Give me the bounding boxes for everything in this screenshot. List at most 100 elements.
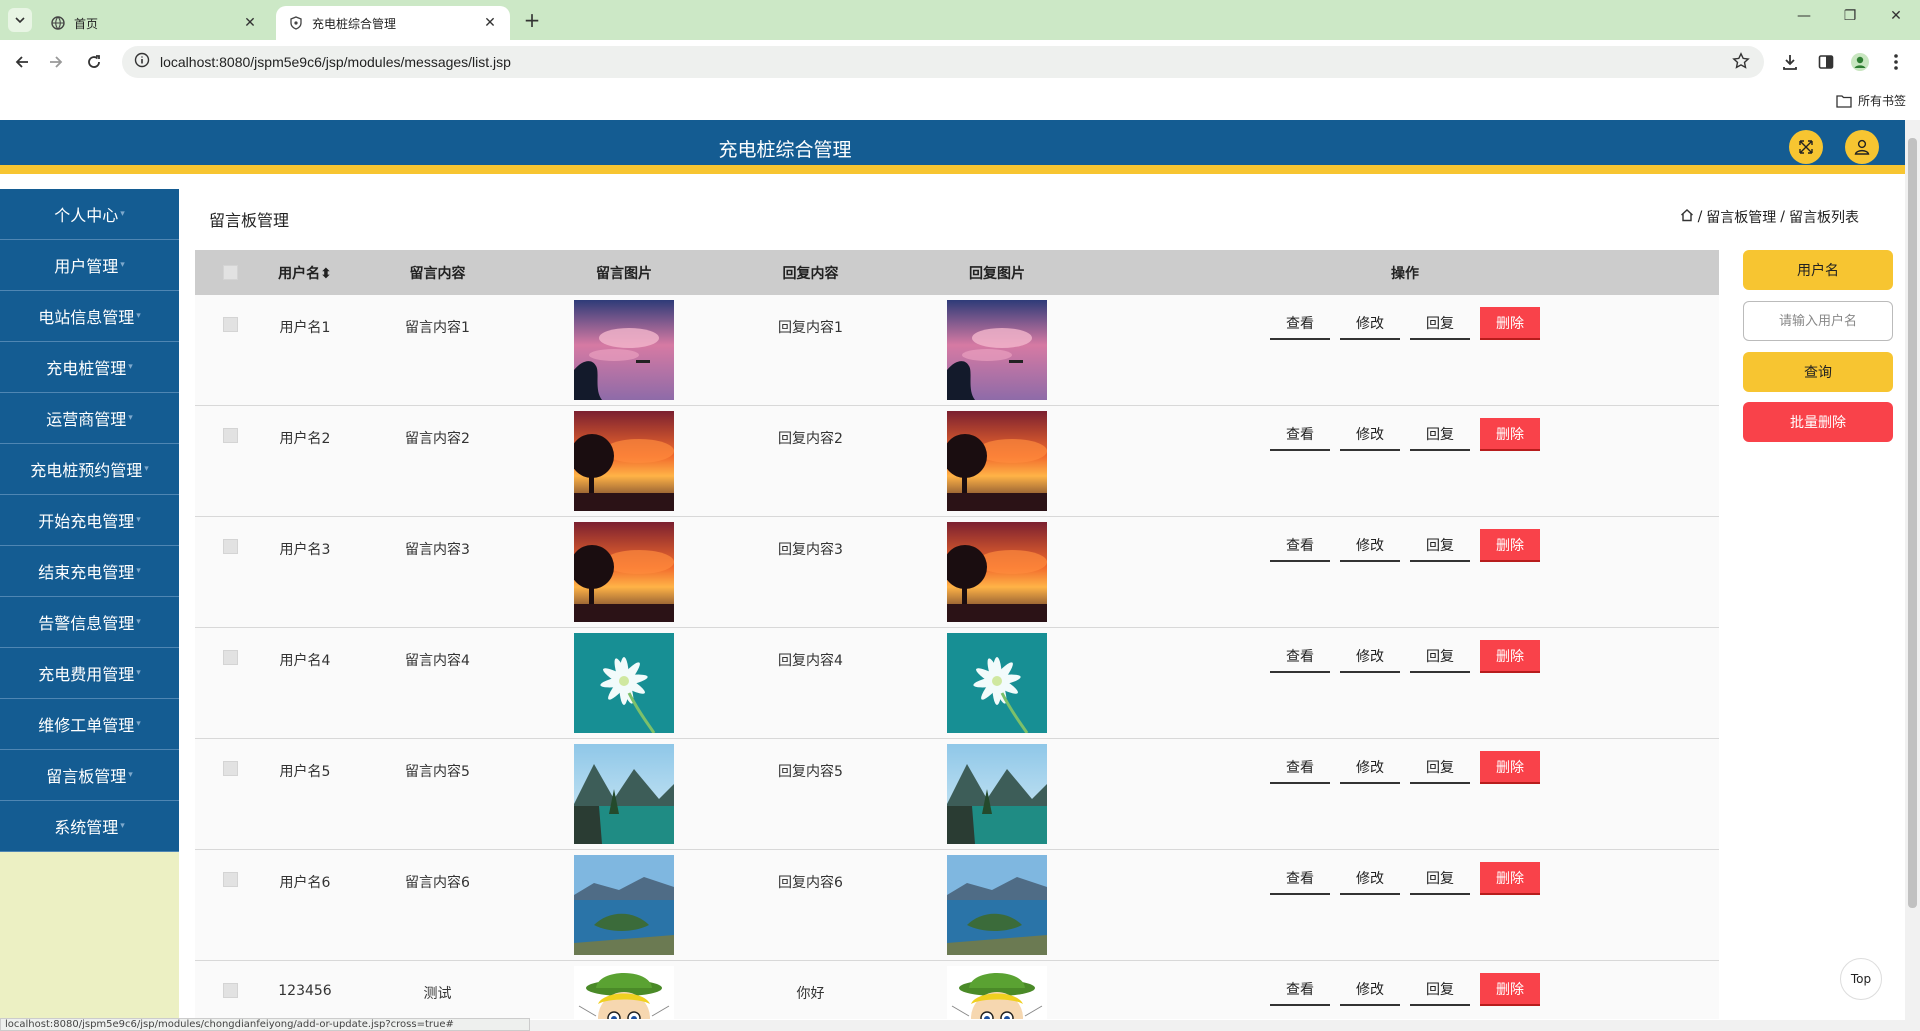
close-icon[interactable]: ✕ <box>482 15 498 31</box>
sidebar-item-label: 个人中心 <box>54 206 119 225</box>
row-checkbox[interactable] <box>222 650 238 665</box>
column-header-reply: 回复内容 <box>782 265 839 282</box>
reload-icon[interactable] <box>82 50 106 74</box>
cell-reply: 回复内容3 <box>778 542 843 558</box>
delete-button[interactable]: 删除 <box>1480 862 1540 895</box>
delete-button[interactable]: 删除 <box>1480 640 1540 673</box>
vertical-scrollbar[interactable] <box>1905 120 1920 1031</box>
reply-image <box>947 966 1047 1019</box>
view-button[interactable]: 查看 <box>1270 529 1330 562</box>
sidebar-item-operators[interactable]: 运营商管理 ▾ <box>0 393 179 444</box>
view-button[interactable]: 查看 <box>1270 640 1330 673</box>
tab-search-button[interactable] <box>8 8 32 32</box>
row-checkbox[interactable] <box>222 539 238 554</box>
view-button[interactable]: 查看 <box>1270 973 1330 1006</box>
row-checkbox[interactable] <box>222 761 238 776</box>
row-checkbox[interactable] <box>222 428 238 443</box>
site-info-icon[interactable] <box>134 52 150 72</box>
home-icon[interactable] <box>1680 208 1694 226</box>
all-bookmarks-button[interactable]: 所有书签 <box>1836 92 1906 109</box>
table-row: 用户名2 留言内容2 回复内容2 查看 修改 回复 删除 <box>195 406 1719 517</box>
sidebar-item-alarms[interactable]: 告警信息管理 ▾ <box>0 597 179 648</box>
restore-icon[interactable]: ❐ <box>1840 8 1860 24</box>
sidebar-item-fees[interactable]: 充电费用管理 ▾ <box>0 648 179 699</box>
download-icon[interactable] <box>1778 50 1802 74</box>
batch-delete-button[interactable]: 批量删除 <box>1743 402 1893 442</box>
fullscreen-button[interactable] <box>1789 130 1823 164</box>
close-icon[interactable]: ✕ <box>242 15 258 31</box>
sidebar-item-users[interactable]: 用户管理 ▾ <box>0 240 179 291</box>
profile-icon[interactable] <box>1848 50 1872 74</box>
back-arrow-icon[interactable] <box>10 50 34 74</box>
sidebar-item-stations[interactable]: 电站信息管理 ▾ <box>0 291 179 342</box>
bookmark-star-icon[interactable] <box>1732 52 1750 74</box>
reply-button[interactable]: 回复 <box>1410 751 1470 784</box>
reply-button[interactable]: 回复 <box>1410 418 1470 451</box>
sidebar-item-chargers[interactable]: 充电桩管理 ▾ <box>0 342 179 393</box>
sidebar-item-label: 结束充电管理 <box>38 563 135 582</box>
delete-button[interactable]: 删除 <box>1480 751 1540 784</box>
caret-down-icon: ▾ <box>136 311 141 321</box>
sort-icon[interactable]: ⬍ <box>320 266 332 282</box>
sidebar-item-personal-center[interactable]: 个人中心 ▾ <box>0 189 179 240</box>
view-button[interactable]: 查看 <box>1270 862 1330 895</box>
view-button[interactable]: 查看 <box>1270 418 1330 451</box>
message-image <box>570 411 674 511</box>
edit-button[interactable]: 修改 <box>1340 751 1400 784</box>
edit-button[interactable]: 修改 <box>1340 862 1400 895</box>
breadcrumb-item[interactable]: 留言板管理 <box>1706 207 1776 227</box>
sidebar-item-system[interactable]: 系统管理 ▾ <box>0 801 179 852</box>
reply-button[interactable]: 回复 <box>1410 529 1470 562</box>
edit-button[interactable]: 修改 <box>1340 973 1400 1006</box>
search-button[interactable]: 查询 <box>1743 352 1893 392</box>
reply-button[interactable]: 回复 <box>1410 640 1470 673</box>
user-avatar-button[interactable] <box>1845 130 1879 164</box>
edit-button[interactable]: 修改 <box>1340 307 1400 340</box>
sidebar-item-messages[interactable]: 留言板管理 ▾ <box>0 750 179 801</box>
column-header-username[interactable]: 用户名⬍ <box>265 263 345 283</box>
delete-button[interactable]: 删除 <box>1480 529 1540 562</box>
browser-tab-strip: 首页 ✕ 充电桩综合管理 ✕ + — ❐ ✕ <box>0 0 1920 40</box>
side-panel-icon[interactable] <box>1814 50 1838 74</box>
view-button[interactable]: 查看 <box>1270 307 1330 340</box>
browser-tab-active[interactable]: 充电桩综合管理 ✕ <box>276 6 510 40</box>
edit-button[interactable]: 修改 <box>1340 418 1400 451</box>
sidebar-item-work-orders[interactable]: 维修工单管理 ▾ <box>0 699 179 750</box>
sidebar-item-end-charging[interactable]: 结束充电管理 ▾ <box>0 546 179 597</box>
sidebar-item-reservations[interactable]: 充电桩预约管理 ▾ <box>0 444 179 495</box>
caret-down-icon: ▾ <box>128 413 133 423</box>
breadcrumb: / 留言板管理 / 留言板列表 <box>1680 207 1859 227</box>
minimize-icon[interactable]: — <box>1794 8 1814 24</box>
edit-button[interactable]: 修改 <box>1340 529 1400 562</box>
close-window-icon[interactable]: ✕ <box>1886 8 1906 24</box>
caret-down-icon: ▾ <box>136 719 141 729</box>
row-checkbox[interactable] <box>222 872 238 887</box>
back-to-top-button[interactable]: Top <box>1840 958 1882 1000</box>
url-input[interactable]: localhost:8080/jspm5e9c6/jsp/modules/mes… <box>122 46 1764 78</box>
browser-tab-home[interactable]: 首页 ✕ <box>38 6 270 40</box>
reply-button[interactable]: 回复 <box>1410 307 1470 340</box>
delete-button[interactable]: 删除 <box>1480 418 1540 451</box>
cell-username: 123456 <box>278 983 332 999</box>
view-button[interactable]: 查看 <box>1270 751 1330 784</box>
new-tab-button[interactable]: + <box>520 8 544 32</box>
row-checkbox[interactable] <box>222 983 238 998</box>
username-search-input[interactable] <box>1743 301 1893 341</box>
edit-button[interactable]: 修改 <box>1340 640 1400 673</box>
reply-image <box>943 411 1047 511</box>
page-title: 留言板管理 <box>209 211 290 230</box>
sidebar: 个人中心 ▾ 用户管理 ▾ 电站信息管理 ▾ 充电桩管理 ▾ 运营商管理 ▾ 充电桩预约管… <box>0 189 179 1019</box>
table-row: 用户名3 留言内容3 回复内容3 查看 修改 回复 删除 <box>195 517 1719 628</box>
reply-button[interactable]: 回复 <box>1410 862 1470 895</box>
sidebar-item-label: 充电桩预约管理 <box>30 461 143 480</box>
reply-button[interactable]: 回复 <box>1410 973 1470 1006</box>
menu-kebab-icon[interactable] <box>1884 50 1908 74</box>
row-checkbox[interactable] <box>222 317 238 332</box>
sidebar-item-start-charging[interactable]: 开始充电管理 ▾ <box>0 495 179 546</box>
delete-button[interactable]: 删除 <box>1480 973 1540 1006</box>
scrollbar-thumb[interactable] <box>1908 138 1917 908</box>
cell-reply: 回复内容5 <box>778 764 843 780</box>
forward-arrow-icon[interactable] <box>44 50 68 74</box>
delete-button[interactable]: 删除 <box>1480 307 1540 340</box>
select-all-checkbox[interactable] <box>222 265 238 280</box>
